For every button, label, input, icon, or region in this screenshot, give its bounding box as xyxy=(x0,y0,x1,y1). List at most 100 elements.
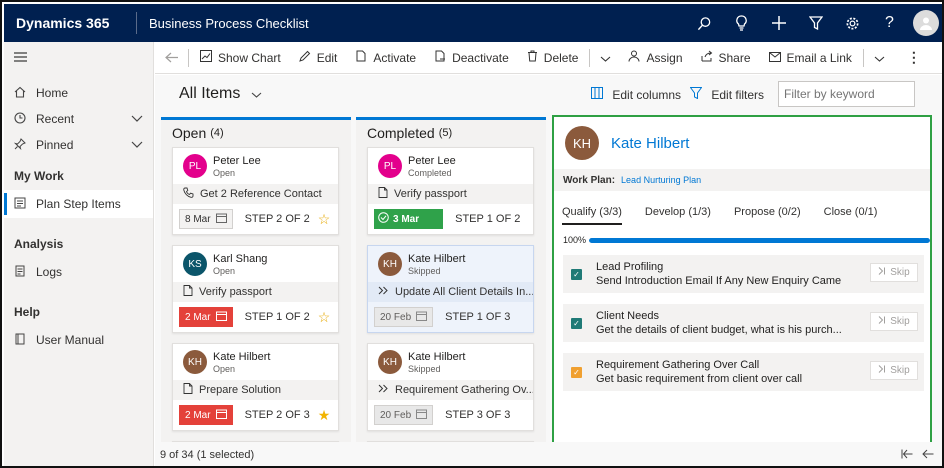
nav-item-label: Home xyxy=(36,86,69,100)
checklist-item[interactable]: ✓ Lead Profiling Send Introduction Email… xyxy=(563,255,924,293)
share-button[interactable]: Share xyxy=(692,42,760,74)
checklist-item[interactable]: ✓ Requirement Gathering Over Call Get ba… xyxy=(563,353,924,391)
nav-item-home[interactable]: Home xyxy=(4,80,153,106)
skip-icon xyxy=(878,365,886,376)
skip-button[interactable]: Skip xyxy=(870,361,918,380)
checkbox-checked[interactable]: ✓ xyxy=(571,268,582,280)
brand-title[interactable]: Dynamics 365 xyxy=(4,15,136,31)
due-date: 20 Feb xyxy=(380,311,412,323)
task-card[interactable]: KH Kate Hilbert Skipped Requirement Gath… xyxy=(367,343,534,431)
help-icon[interactable]: ? xyxy=(871,4,908,42)
nav-item-user-manual[interactable]: User Manual xyxy=(4,326,153,354)
card-status: Skipped xyxy=(408,265,441,276)
task-card[interactable]: KS Karl Shang Open Verify passport 2 Mar xyxy=(172,245,339,333)
more-commands-icon[interactable]: ⋮ xyxy=(893,42,935,74)
hamburger-menu[interactable] xyxy=(4,42,153,74)
app-name[interactable]: Business Process Checklist xyxy=(137,16,686,31)
logs-icon xyxy=(14,265,36,280)
document-icon xyxy=(183,285,193,299)
work-plan-row: Work Plan: Lead Nurturing Plan xyxy=(554,169,930,191)
item-description: Get the details of client budget, what i… xyxy=(596,324,842,336)
show-chart-label: Show Chart xyxy=(218,50,281,65)
star-filled-icon[interactable]: ★ xyxy=(318,407,331,424)
show-chart-button[interactable]: Show Chart xyxy=(191,42,290,74)
lightbulb-icon[interactable] xyxy=(723,4,760,42)
email-link-button[interactable]: Email a Link xyxy=(760,42,861,74)
activate-button[interactable]: Activate xyxy=(346,42,425,74)
clock-icon xyxy=(14,111,36,127)
avatar: KH xyxy=(183,350,207,374)
deactivate-button[interactable]: Deactivate xyxy=(425,42,518,74)
tab-qualify[interactable]: Qualify (3/3) xyxy=(562,206,622,225)
due-date: 2 Mar xyxy=(185,311,211,323)
item-description: Send Introduction Email If Any New Enqui… xyxy=(596,275,842,287)
gear-icon[interactable] xyxy=(834,4,871,42)
delete-button[interactable]: Delete xyxy=(518,42,588,74)
record-count: 9 of 34 (1 selected) xyxy=(160,449,255,461)
star-outline-icon[interactable]: ☆ xyxy=(318,211,331,228)
list-icon xyxy=(14,197,36,212)
skip-button[interactable]: Skip xyxy=(870,263,918,282)
view-title: All Items xyxy=(179,85,241,102)
nav-item-label: Plan Step Items xyxy=(36,197,121,211)
skip-button[interactable]: Skip xyxy=(870,312,918,331)
task-card[interactable]: PL Peter Lee Completed Verify passport 3… xyxy=(367,147,534,235)
avatar: KH xyxy=(378,350,402,374)
progress-percent: 100% xyxy=(563,235,587,245)
more-email-dropdown[interactable] xyxy=(866,42,893,74)
tab-close[interactable]: Close (0/1) xyxy=(824,206,878,225)
nav-item-recent[interactable]: Recent xyxy=(4,106,153,132)
plus-icon[interactable] xyxy=(760,4,797,42)
app-frame: Dynamics 365 Business Process Checklist … xyxy=(0,0,944,468)
filter-icon[interactable] xyxy=(797,4,834,42)
check-circle-icon xyxy=(378,212,389,226)
task-card[interactable]: KH Kate Hilbert Open Prepare Solution 2 … xyxy=(172,343,339,431)
nav-item-logs[interactable]: Logs xyxy=(4,258,153,286)
card-name: Peter Lee xyxy=(408,154,456,167)
checkbox-checked[interactable]: ✓ xyxy=(571,366,582,378)
keyword-filter-input[interactable] xyxy=(778,81,915,107)
checkbox-checked[interactable]: ✓ xyxy=(571,317,582,329)
chevron-down-icon[interactable] xyxy=(131,139,143,151)
detail-panel: KH Kate Hilbert Work Plan: Lead Nurturin… xyxy=(552,115,932,466)
view-selector[interactable]: All Items xyxy=(179,85,262,103)
search-icon[interactable] xyxy=(686,4,723,42)
avatar: KS xyxy=(183,252,207,276)
work-plan-link[interactable]: Lead Nurturing Plan xyxy=(621,175,701,185)
checklist-item[interactable]: ✓ Client Needs Get the details of client… xyxy=(563,304,924,342)
card-status: Completed xyxy=(408,167,452,178)
list-footer: 9 of 34 (1 selected) xyxy=(155,442,942,466)
share-icon xyxy=(701,50,713,65)
edit-button[interactable]: Edit xyxy=(290,42,347,74)
email-link-label: Email a Link xyxy=(786,50,852,65)
nav-item-pinned[interactable]: Pinned xyxy=(4,132,153,158)
tab-propose[interactable]: Propose (0/2) xyxy=(734,206,801,225)
back-arrow-icon[interactable] xyxy=(163,50,186,66)
star-outline-icon[interactable]: ☆ xyxy=(318,309,331,326)
first-page-icon[interactable] xyxy=(901,448,922,462)
nav-item-label: Pinned xyxy=(36,138,74,152)
task-card-selected[interactable]: KH Kate Hilbert Skipped Update All Clien… xyxy=(367,245,534,333)
column-header: Completed (5) xyxy=(356,120,546,146)
pager xyxy=(901,448,934,462)
avatar[interactable] xyxy=(908,4,942,42)
edit-label: Edit xyxy=(316,50,338,65)
assign-button[interactable]: Assign xyxy=(619,42,691,74)
progress-track xyxy=(588,237,930,243)
due-date-badge: 2 Mar xyxy=(179,307,233,327)
card-status: Open xyxy=(213,167,236,178)
more-delete-dropdown[interactable] xyxy=(592,42,619,74)
tab-develop[interactable]: Develop (1/3) xyxy=(645,206,711,225)
previous-page-icon[interactable] xyxy=(922,448,934,462)
divider xyxy=(188,48,189,67)
card-task: Update All Client Details In... xyxy=(395,286,533,298)
nav-item-label: Logs xyxy=(36,265,63,279)
chevron-down-icon[interactable] xyxy=(131,113,143,125)
detail-name-link[interactable]: Kate Hilbert xyxy=(611,135,689,152)
task-card[interactable]: PL Peter Lee Open Get 2 Reference Contac… xyxy=(172,147,339,235)
nav-section-analysis: Analysis xyxy=(14,237,64,251)
edit-filters-button[interactable]: Edit filters xyxy=(689,87,764,102)
column-title: Open xyxy=(172,125,207,141)
edit-columns-button[interactable]: Edit columns xyxy=(591,87,681,102)
nav-item-plan-step-items[interactable]: Plan Step Items xyxy=(4,190,153,218)
